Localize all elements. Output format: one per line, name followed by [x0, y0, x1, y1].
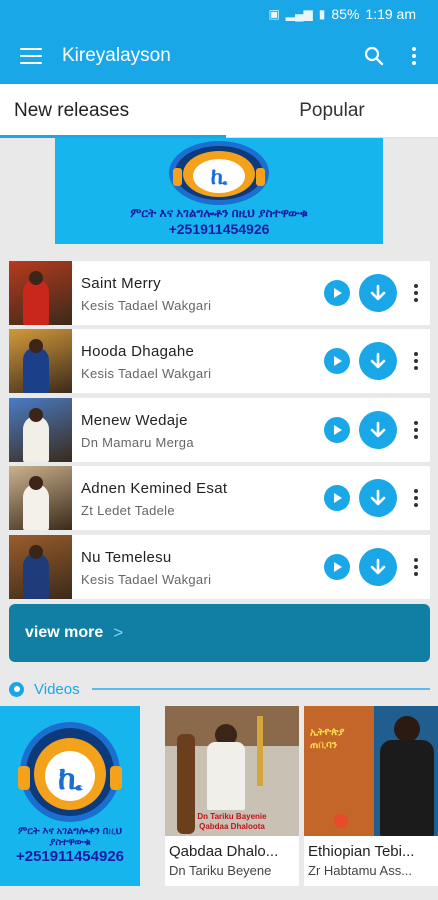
tab-popular[interactable]: Popular	[226, 84, 438, 137]
ad-banner[interactable]: ኪ ምርት እና አገልግሎቶን በዚህ ያስተዋውቁ +25191145492…	[55, 138, 383, 244]
release-thumbnail	[9, 329, 72, 393]
play-icon[interactable]	[324, 348, 350, 374]
more-vertical-icon[interactable]	[409, 421, 423, 439]
more-vertical-icon[interactable]	[409, 489, 423, 507]
play-icon[interactable]	[324, 485, 350, 511]
battery-icon: ▮	[318, 7, 326, 21]
release-list-item[interactable]: Saint Merry Kesis Tadael Wakgari	[9, 261, 430, 325]
tab-new-releases[interactable]: New releases	[0, 84, 226, 138]
release-title: Menew Wedaje	[81, 411, 188, 429]
radio-dot-icon	[9, 681, 24, 697]
kireyalayson-logo: ኪ	[169, 141, 269, 205]
notification-icon: ▣	[268, 7, 280, 21]
tab-bar: New releases Popular	[0, 84, 438, 138]
video-thumb-caption: Dn Tariku Bayenie Qabdaa Dhaloota	[197, 812, 267, 831]
app-title: Kireyalayson	[62, 45, 171, 66]
videos-section-label: Videos	[34, 680, 80, 698]
release-list-item[interactable]: Menew Wedaje Dn Mamaru Merga	[9, 398, 430, 462]
hamburger-menu-icon[interactable]	[20, 48, 42, 64]
video-thumb-caption: ኢትዮጵያ ጠቢባን	[310, 727, 345, 751]
download-icon[interactable]	[359, 411, 397, 449]
clock: 1:19 am	[365, 6, 416, 22]
video-author: Zr Habtamu Ass...	[308, 863, 413, 878]
videos-section-header: Videos	[9, 679, 430, 699]
signal-icon: ▂▄▆	[285, 7, 313, 21]
release-title: Saint Merry	[81, 274, 161, 292]
release-artist: Dn Mamaru Merga	[81, 434, 194, 450]
release-thumbnail	[9, 466, 72, 530]
video-card[interactable]: ኢትዮጵያ ጠቢባን Ethiopian Tebi... Zr Habtamu …	[304, 706, 438, 886]
search-icon[interactable]	[354, 36, 394, 76]
download-icon[interactable]	[359, 274, 397, 312]
banner-line-1: ምርት እና አገልግሎቶን በዚህ ያስተዋውቁ	[130, 206, 308, 220]
video-card[interactable]: Dn Tariku Bayenie Qabdaa Dhaloota Qabdaa…	[165, 706, 299, 886]
release-list-item[interactable]: Nu Temelesu Kesis Tadael Wakgari	[9, 535, 430, 599]
release-artist: Zt Ledet Tadele	[81, 502, 175, 518]
release-title: Nu Temelesu	[81, 548, 172, 566]
release-thumbnail	[9, 398, 72, 462]
app-bar: Kireyalayson	[0, 28, 438, 84]
release-artist: Kesis Tadael Wakgari	[81, 571, 212, 587]
more-vertical-icon[interactable]	[409, 558, 423, 576]
release-artist: Kesis Tadael Wakgari	[81, 297, 212, 313]
status-bar: ▣ ▂▄▆ ▮ 85% 1:19 am	[0, 0, 438, 28]
release-title: Adnen Kemined Esat	[81, 479, 228, 497]
battery-percent: 85%	[331, 6, 360, 22]
more-vertical-icon[interactable]	[409, 284, 423, 302]
release-artist: Kesis Tadael Wakgari	[81, 365, 212, 381]
play-icon[interactable]	[324, 280, 350, 306]
release-thumbnail	[9, 261, 72, 325]
release-title: Hooda Dhagahe	[81, 342, 195, 360]
download-icon[interactable]	[359, 479, 397, 517]
release-thumbnail	[9, 535, 72, 599]
svg-text:ኪ: ኪ	[211, 165, 229, 190]
video-title: Qabdaa Dhalo...	[169, 843, 279, 860]
svg-text:ኪ: ኪ	[58, 759, 84, 797]
video-thumbnail: Dn Tariku Bayenie Qabdaa Dhaloota	[165, 706, 299, 836]
release-list-item[interactable]: Adnen Kemined Esat Zt Ledet Tadele	[9, 466, 430, 530]
play-icon[interactable]	[324, 417, 350, 443]
view-more-label: view more	[25, 624, 104, 641]
release-list-item[interactable]: Hooda Dhagahe Kesis Tadael Wakgari	[9, 329, 430, 393]
video-title: Ethiopian Tebi...	[308, 843, 415, 860]
more-vertical-icon[interactable]	[409, 352, 423, 370]
video-ad-card[interactable]: ኪ ምርት እና አገልግሎቶን በዚህ ያስተዋውቁ +25191145492…	[0, 706, 140, 886]
video-thumbnail: ኢትዮጵያ ጠቢባን	[304, 706, 438, 836]
video-author: Dn Tariku Beyene	[169, 863, 272, 878]
chevron-right-icon: >	[113, 623, 124, 642]
video-ad-phone: +251911454926	[15, 848, 125, 865]
download-icon[interactable]	[359, 548, 397, 586]
play-icon[interactable]	[324, 554, 350, 580]
video-ad-line-1: ምርት እና አገልግሎቶን በዚህ ያስተዋውቁ	[18, 826, 122, 848]
download-icon[interactable]	[359, 342, 397, 380]
view-more-button[interactable]: view more >	[9, 604, 430, 662]
more-vertical-icon[interactable]	[394, 36, 434, 76]
banner-phone: +251911454926	[168, 221, 270, 237]
section-divider	[91, 688, 430, 690]
